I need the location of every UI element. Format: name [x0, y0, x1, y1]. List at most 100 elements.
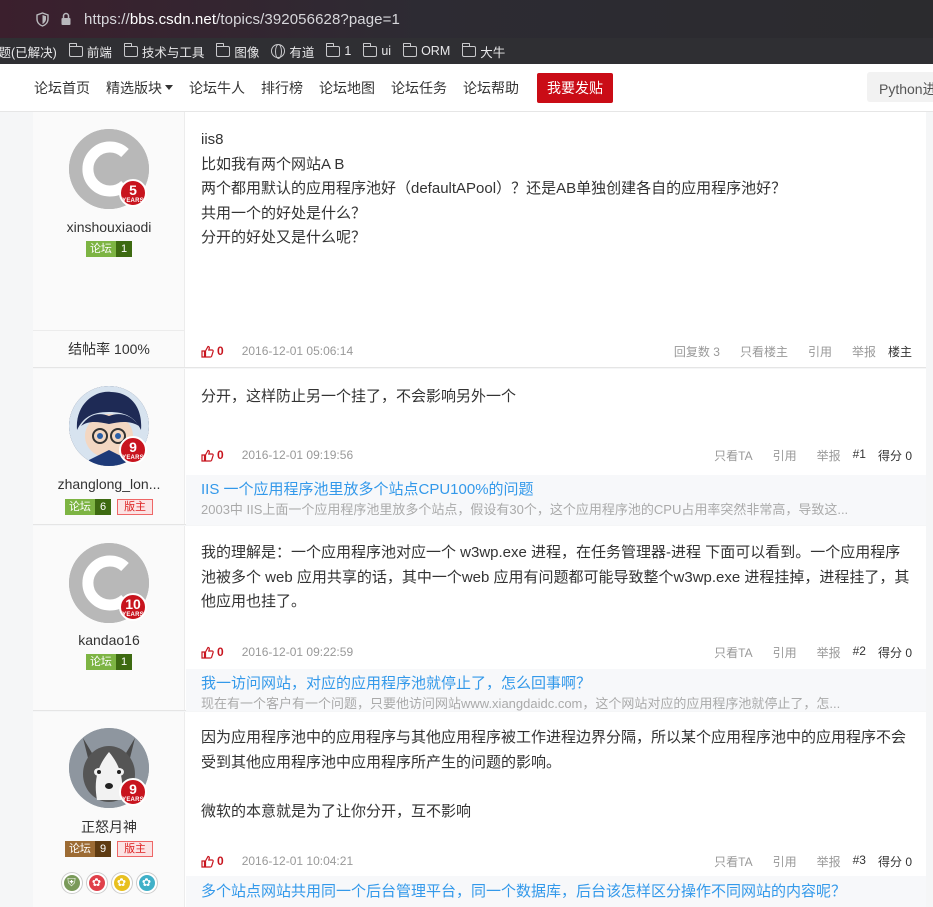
globe-icon: [271, 44, 286, 59]
quote-link[interactable]: 引用: [773, 644, 797, 661]
like-button[interactable]: 0: [201, 448, 224, 462]
report-link[interactable]: 举报: [817, 447, 841, 464]
quote-link[interactable]: 引用: [773, 853, 797, 870]
username[interactable]: zhanglong_lon...: [33, 476, 185, 492]
nav-ranking[interactable]: 排行榜: [261, 78, 303, 98]
only-author-link[interactable]: 只看TA: [714, 447, 752, 464]
post-footer: 0 2016-12-01 10:04:21 只看TA 引用 举报 #3 得分 0: [201, 852, 912, 870]
folder-icon: [326, 42, 341, 57]
author-panel: 9 YEARS zhanglong_lon... 论坛 6 版主: [33, 369, 185, 524]
related-topic[interactable]: IIS 一个应用程序池里放多个站点CPU100%的问题 2003中 IIS上面一…: [186, 475, 926, 525]
post-body: 分开，这样防止另一个挂了，不会影响另外一个: [201, 385, 914, 410]
username[interactable]: kandao16: [33, 632, 185, 648]
forum-nav: 论坛首页 精选版块 论坛牛人 排行榜 论坛地图 论坛任务 论坛帮助 我要发贴 P…: [0, 64, 933, 112]
only-op-link[interactable]: 只看楼主: [740, 343, 788, 360]
bookmark-folder[interactable]: 图像: [216, 42, 259, 61]
post-time: 2016-12-01 09:19:56: [241, 448, 354, 462]
folder-icon: [363, 42, 378, 57]
thumbs-up-icon: [201, 646, 214, 659]
quote-link[interactable]: 引用: [808, 343, 832, 360]
like-button[interactable]: 0: [201, 854, 224, 868]
quote-link[interactable]: 引用: [773, 447, 797, 464]
new-post-button[interactable]: 我要发贴: [537, 72, 613, 103]
browser-address-bar[interactable]: https://bbs.csdn.net/topics/392056628?pa…: [0, 0, 933, 38]
bookmark-item[interactable]: 问题(已解决): [0, 42, 57, 61]
reply-count: 回复数 3: [674, 343, 720, 360]
nav-featured-boards[interactable]: 精选版块: [106, 78, 173, 98]
thumbs-up-icon: [201, 855, 214, 868]
folder-icon: [216, 42, 231, 57]
nav-forum-map[interactable]: 论坛地图: [319, 78, 375, 98]
related-topic[interactable]: 我一访问网站，对应的应用程序池就停止了，怎么回事啊？ 现在有一个客户有一个问题，…: [186, 669, 926, 711]
only-author-link[interactable]: 只看TA: [714, 644, 752, 661]
lock-icon[interactable]: [57, 10, 75, 28]
bookmark-label: ui: [381, 44, 392, 58]
bookmark-folder[interactable]: ui: [363, 42, 392, 58]
bookmark-folder[interactable]: 技术与工具: [123, 42, 204, 61]
shield-medal-icon[interactable]: ⛨: [61, 873, 82, 893]
nav-forum-home[interactable]: 论坛首页: [34, 78, 90, 98]
like-button[interactable]: 0: [201, 645, 224, 659]
shield-icon[interactable]: [33, 10, 51, 28]
bookmark-folder[interactable]: 1: [326, 42, 351, 58]
moderator-badge: 版主: [117, 499, 154, 515]
post-actions: 回复数 3 只看楼主 引用 举报 楼主: [674, 343, 912, 360]
score-label: 得分 0: [877, 645, 912, 660]
bookmark-folder[interactable]: ORM: [403, 42, 451, 58]
flower-medal-icon[interactable]: ✿: [136, 873, 157, 893]
bookmark-folder[interactable]: 大牛: [462, 42, 505, 61]
related-title-link[interactable]: 多个站点网站共用同一个后台管理平台，同一个数据库，后台该怎样区分操作不同网站的内…: [201, 881, 911, 903]
thread-content: 5 YEARS xinshouxiaodi 论坛 1 结帖率 100% iis8 比…: [0, 112, 933, 907]
level-key: 论坛: [85, 654, 116, 670]
folder-icon: [403, 42, 418, 57]
level-key: 论坛: [85, 241, 116, 257]
like-button[interactable]: 0: [201, 344, 224, 358]
flower-medal-icon[interactable]: ✿: [86, 873, 107, 893]
related-title-link[interactable]: 我一访问网站，对应的应用程序池就停止了，怎么回事啊？: [201, 673, 911, 695]
like-count: 0: [217, 344, 224, 358]
bookmark-label: ORM: [421, 44, 451, 58]
forum-level-badge: 论坛 1: [85, 654, 133, 670]
bookmarks-bar: 问题(已解决) 前端 技术与工具 图像 有道 1 ui ORM 大牛: [0, 38, 933, 64]
level-key: 论坛: [64, 841, 95, 857]
username[interactable]: xinshouxiaodi: [33, 219, 185, 235]
report-link[interactable]: 举报: [852, 343, 876, 360]
nav-forum-help[interactable]: 论坛帮助: [463, 78, 519, 98]
like-count: 0: [217, 645, 224, 659]
related-desc: 2003中 IIS上面一个应用程序池里放多个站点，假设有30个，这个应用程序池的…: [201, 502, 849, 517]
related-topic[interactable]: 多个站点网站共用同一个后台管理平台，同一个数据库，后台该怎样区分操作不同网站的内…: [186, 876, 926, 907]
author-panel: 5 YEARS xinshouxiaodi 论坛 1 结帖率 100%: [33, 112, 185, 367]
url-text[interactable]: https://bbs.csdn.net/topics/392056628?pa…: [84, 11, 400, 28]
level-value: 6: [94, 499, 112, 515]
author-panel: 10 YEARS kandao16 论坛 1: [33, 526, 185, 710]
user-badges: 论坛 6 版主: [33, 499, 185, 515]
bookmark-label: 前端: [86, 45, 112, 60]
forum-level-badge: 论坛 6: [64, 499, 112, 515]
level-value: 9: [94, 841, 112, 857]
report-link[interactable]: 举报: [817, 644, 841, 661]
years-count: 10: [125, 596, 141, 612]
related-title-link[interactable]: IIS 一个应用程序池里放多个站点CPU100%的问题: [201, 479, 911, 501]
nav-forum-experts[interactable]: 论坛牛人: [189, 78, 245, 98]
post-main: 分开，这样防止另一个挂了，不会影响另外一个 0 2016-12-01 09:19…: [186, 369, 926, 525]
years-label: YEARS: [122, 797, 144, 803]
user-badges: 论坛 1: [33, 241, 185, 257]
floor-label: #3: [852, 852, 866, 867]
years-count: 9: [129, 439, 137, 455]
forum-level-badge: 论坛 1: [85, 241, 133, 257]
bookmark-folder[interactable]: 前端: [68, 42, 112, 61]
search-input[interactable]: Python进阶: [867, 72, 933, 102]
bookmark-item[interactable]: 有道: [271, 42, 314, 61]
nav-forum-tasks[interactable]: 论坛任务: [391, 78, 447, 98]
username[interactable]: 正怒月神: [33, 817, 185, 837]
flower-medal-icon[interactable]: ✿: [111, 873, 132, 893]
nav-label: 精选版块: [106, 79, 162, 96]
only-author-link[interactable]: 只看TA: [714, 853, 752, 870]
years-label: YEARS: [122, 198, 144, 204]
report-link[interactable]: 举报: [817, 853, 841, 870]
folder-icon: [462, 42, 477, 57]
post-time: 2016-12-01 10:04:21: [241, 854, 354, 868]
post-time: 2016-12-01 09:22:59: [241, 645, 354, 659]
post-footer: 0 2016-12-01 09:22:59 只看TA 引用 举报 #2 得分 0: [201, 643, 912, 661]
